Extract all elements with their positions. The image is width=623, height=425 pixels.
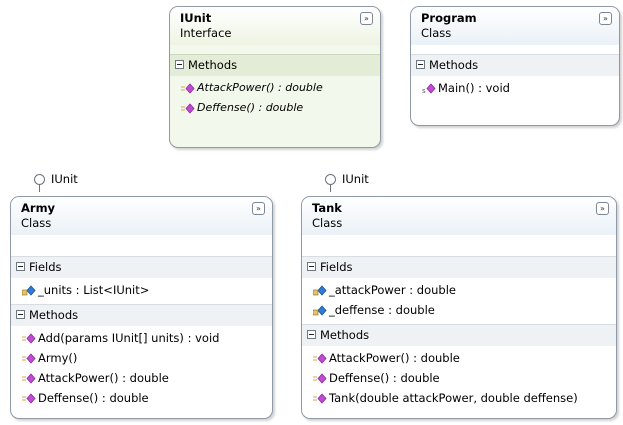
- class-name: Tank: [312, 201, 342, 215]
- method-row[interactable]: Tank(double attackPower, double deffense…: [302, 388, 616, 408]
- method-row[interactable]: AttackPower() : double: [302, 348, 616, 368]
- class-header: Tank Class »: [302, 197, 616, 235]
- collapse-chevron-icon[interactable]: »: [360, 12, 373, 25]
- program-class-shape[interactable]: Program Class » Methods s Main() : void: [410, 6, 620, 126]
- collapse-minus-icon[interactable]: [307, 262, 316, 271]
- method-icon: [313, 353, 327, 364]
- collapse-chevron-icon[interactable]: »: [599, 12, 612, 25]
- class-kind: Class: [421, 26, 452, 40]
- member-label: _attackPower : double: [329, 283, 456, 297]
- member-label: AttackPower() : double: [38, 371, 169, 385]
- collapse-minus-icon[interactable]: [175, 60, 184, 69]
- tank-interface-lollipop: IUnit: [325, 172, 369, 192]
- class-kind: Class: [21, 216, 52, 230]
- fields-section: Fields _attackPower : double _deffense :…: [302, 256, 616, 324]
- member-label: _units : List<IUnit>: [38, 283, 150, 297]
- section-label: Methods: [429, 58, 479, 72]
- section-label: Methods: [188, 58, 238, 72]
- collapse-chevron-icon[interactable]: »: [252, 202, 265, 215]
- methods-section-header[interactable]: Methods: [302, 324, 616, 346]
- method-icon: [313, 373, 327, 384]
- collapse-minus-icon[interactable]: [16, 262, 25, 271]
- method-row[interactable]: Deffense() : double: [11, 388, 272, 408]
- class-name: Program: [421, 11, 477, 25]
- member-label: Main() : void: [438, 81, 510, 95]
- collapse-minus-icon[interactable]: [16, 310, 25, 319]
- method-icon: [22, 333, 36, 344]
- member-label: Deffense() : double: [329, 371, 440, 385]
- class-header: Program Class »: [411, 7, 619, 45]
- collapse-chevron-icon[interactable]: »: [596, 202, 609, 215]
- methods-section-header[interactable]: Methods: [411, 54, 619, 76]
- method-icon: [22, 373, 36, 384]
- member-label: Deffense() : double: [38, 391, 149, 405]
- method-icon: [181, 103, 195, 114]
- field-row[interactable]: _attackPower : double: [302, 280, 616, 300]
- method-row[interactable]: AttackPower() : double: [11, 368, 272, 388]
- method-icon: [22, 393, 36, 404]
- field-row[interactable]: _deffense : double: [302, 300, 616, 320]
- methods-section: Methods AttackPower() : double Deffense(…: [302, 324, 616, 412]
- section-label: Fields: [320, 260, 353, 274]
- collapse-minus-icon[interactable]: [307, 330, 316, 339]
- methods-section-header[interactable]: Methods: [170, 54, 380, 76]
- class-kind: Interface: [180, 26, 232, 40]
- class-header: Army Class »: [11, 197, 272, 235]
- method-icon: [22, 353, 36, 364]
- section-label: Methods: [320, 328, 370, 342]
- member-label: Deffense() : double: [197, 101, 304, 114]
- private-field-icon: [313, 285, 327, 296]
- army-interface-label: IUnit: [51, 172, 78, 186]
- methods-section-header[interactable]: Methods: [11, 304, 272, 326]
- methods-section: Methods Add(params IUnit[] units) : void…: [11, 304, 272, 412]
- iunit-interface-shape[interactable]: IUnit Interface » Methods AttackPower() …: [169, 6, 381, 148]
- fields-section: Fields _units : List<IUnit>: [11, 256, 272, 304]
- method-row[interactable]: Deffense() : double: [170, 98, 380, 118]
- method-icon: [181, 83, 195, 94]
- method-row[interactable]: Army(): [11, 348, 272, 368]
- section-label: Methods: [29, 308, 79, 322]
- method-row[interactable]: Deffense() : double: [302, 368, 616, 388]
- method-row[interactable]: AttackPower() : double: [170, 78, 380, 98]
- fields-section-header[interactable]: Fields: [302, 256, 616, 278]
- member-label: AttackPower() : double: [197, 81, 323, 94]
- method-row[interactable]: s Main() : void: [411, 78, 619, 98]
- member-label: Army(): [38, 351, 78, 365]
- private-field-icon: [22, 285, 36, 296]
- static-method-icon: s: [422, 83, 436, 94]
- section-label: Fields: [29, 260, 62, 274]
- tank-interface-label: IUnit: [342, 172, 369, 186]
- member-label: AttackPower() : double: [329, 351, 460, 365]
- tank-class-shape[interactable]: Tank Class » Fields _attackPower : doubl…: [301, 196, 617, 419]
- methods-section: Methods s Main() : void: [411, 54, 619, 102]
- class-name: Army: [21, 201, 56, 215]
- collapse-minus-icon[interactable]: [416, 60, 425, 69]
- class-kind: Class: [312, 216, 343, 230]
- fields-section-header[interactable]: Fields: [11, 256, 272, 278]
- methods-section: Methods AttackPower() : double Deffense(…: [170, 54, 380, 122]
- method-icon: [313, 393, 327, 404]
- army-interface-lollipop: IUnit: [34, 172, 78, 192]
- class-name: IUnit: [180, 11, 212, 25]
- member-label: Tank(double attackPower, double deffense…: [329, 391, 578, 405]
- class-header: IUnit Interface »: [170, 7, 380, 45]
- svg-text:s: s: [422, 87, 426, 94]
- interface-circle-icon: [325, 173, 336, 185]
- member-label: Add(params IUnit[] units) : void: [38, 331, 220, 345]
- private-field-icon: [313, 305, 327, 316]
- interface-circle-icon: [34, 173, 45, 185]
- army-class-shape[interactable]: Army Class » Fields _units : List<IUnit>…: [10, 196, 273, 419]
- method-row[interactable]: Add(params IUnit[] units) : void: [11, 328, 272, 348]
- member-label: _deffense : double: [329, 303, 435, 317]
- field-row[interactable]: _units : List<IUnit>: [11, 280, 272, 300]
